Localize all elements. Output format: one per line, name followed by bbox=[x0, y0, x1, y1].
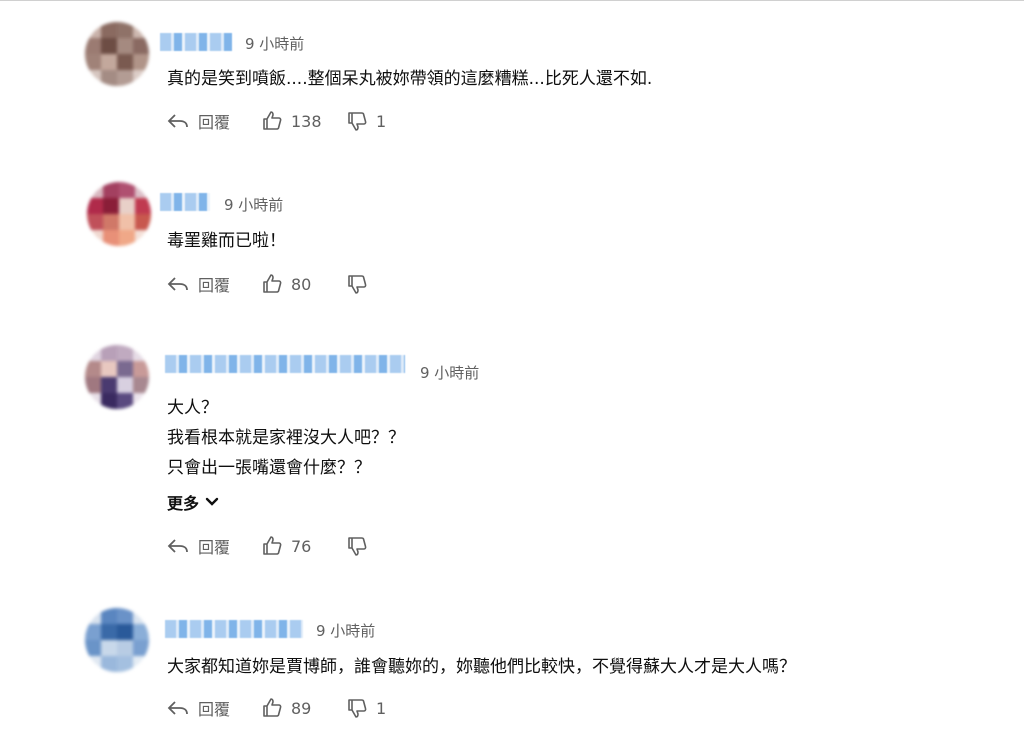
like-count: 89 bbox=[291, 698, 312, 718]
comment-line: 毒罣雞而已啦！ bbox=[167, 231, 286, 251]
reply-label: 回覆 bbox=[198, 538, 231, 557]
reply-button[interactable]: 回覆 bbox=[166, 272, 261, 296]
thumbs-up-icon bbox=[263, 536, 282, 555]
thumbs-up-icon bbox=[263, 111, 282, 130]
like-button[interactable]: 76 bbox=[261, 535, 346, 557]
thumbs-down-icon bbox=[348, 275, 367, 294]
reply-button[interactable]: 回覆 bbox=[166, 534, 261, 558]
dislike-count: 1 bbox=[376, 111, 387, 131]
comment-text: 真的是笑到噴飯....整個呆丸被妳帶領的這麼糟糕...比死人還不如. bbox=[167, 64, 652, 94]
dislike-count: 1 bbox=[376, 698, 387, 718]
comment-timestamp: 9 小時前 bbox=[224, 196, 284, 214]
read-more-button[interactable]: 更多 bbox=[167, 490, 219, 514]
comment-line: 只會出一張嘴還會什麼？？ bbox=[167, 458, 371, 478]
comment-text: 毒罣雞而已啦！ bbox=[167, 226, 286, 256]
avatar[interactable] bbox=[85, 608, 149, 672]
thumbs-up-icon bbox=[263, 274, 282, 293]
avatar[interactable] bbox=[87, 182, 151, 246]
comment-text: 大家都知道妳是賈博師，誰會聽妳的，妳聽他們比較快，不覺得蘇大人才是大人嗎？ bbox=[167, 652, 796, 682]
comment-line: 我看根本就是家裡沒大人吧？？ bbox=[167, 428, 405, 448]
comment-actions: 回覆 138 1 bbox=[166, 109, 386, 133]
dislike-button[interactable] bbox=[346, 273, 376, 295]
reply-label: 回覆 bbox=[198, 700, 231, 719]
reply-icon bbox=[167, 701, 188, 715]
like-count: 76 bbox=[291, 536, 312, 556]
avatar[interactable] bbox=[85, 345, 149, 409]
comment-timestamp: 9 小時前 bbox=[245, 35, 305, 53]
thumbs-down-icon bbox=[348, 699, 367, 718]
author-name-blurred[interactable] bbox=[160, 33, 232, 51]
comment-timestamp: 9 小時前 bbox=[316, 622, 376, 640]
author-name-blurred[interactable] bbox=[165, 355, 405, 373]
thumbs-up-icon bbox=[263, 698, 282, 717]
comment-line: 真的是笑到噴飯....整個呆丸被妳帶領的這麼糟糕...比死人還不如. bbox=[167, 69, 653, 89]
dislike-button[interactable]: 1 bbox=[346, 697, 386, 719]
chevron-down-icon bbox=[205, 497, 219, 506]
dislike-button[interactable] bbox=[346, 535, 376, 557]
reply-icon bbox=[167, 539, 188, 553]
read-more-label: 更多 bbox=[167, 494, 200, 513]
reply-icon bbox=[167, 114, 188, 128]
reply-button[interactable]: 回覆 bbox=[166, 696, 261, 720]
comment-line: 大人？ bbox=[167, 398, 218, 418]
author-name-blurred[interactable] bbox=[160, 193, 210, 211]
like-button[interactable]: 80 bbox=[261, 273, 346, 295]
comment-line: 大家都知道妳是賈博師，誰會聽妳的，妳聽他們比較快，不覺得蘇大人才是大人嗎？ bbox=[167, 657, 796, 677]
reply-label: 回覆 bbox=[198, 113, 231, 132]
thumbs-down-icon bbox=[348, 537, 367, 556]
avatar[interactable] bbox=[85, 22, 149, 86]
reply-icon bbox=[167, 277, 188, 291]
comment-timestamp: 9 小時前 bbox=[420, 364, 480, 382]
comment-actions: 回覆 80 bbox=[166, 272, 376, 296]
top-divider bbox=[0, 0, 1024, 1]
like-button[interactable]: 89 bbox=[261, 697, 346, 719]
thumbs-down-icon bbox=[348, 112, 367, 131]
like-count: 80 bbox=[291, 274, 312, 294]
dislike-button[interactable]: 1 bbox=[346, 110, 386, 132]
reply-button[interactable]: 回覆 bbox=[166, 109, 261, 133]
author-name-blurred[interactable] bbox=[165, 620, 303, 638]
comment-actions: 回覆 76 bbox=[166, 534, 376, 558]
comment-text: 大人？ 我看根本就是家裡沒大人吧？？ 只會出一張嘴還會什麼？？ bbox=[167, 393, 405, 483]
reply-label: 回覆 bbox=[198, 276, 231, 295]
like-count: 138 bbox=[291, 111, 322, 131]
like-button[interactable]: 138 bbox=[261, 110, 346, 132]
comment-actions: 回覆 89 1 bbox=[166, 696, 386, 720]
